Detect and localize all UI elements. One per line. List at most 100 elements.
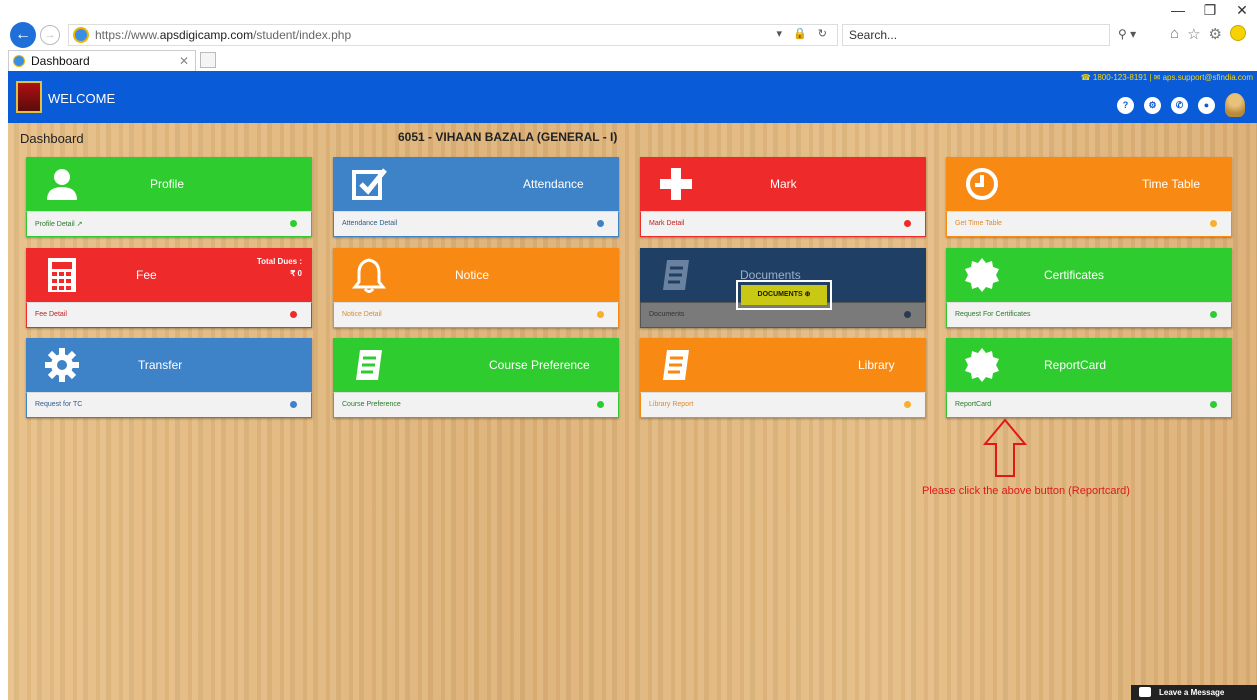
arrow-circle-icon[interactable]: [904, 401, 911, 408]
browser-chrome: — ❐ ✕ ← → https://www.apsdigicamp.com/st…: [0, 0, 1257, 71]
message-icon: [1139, 687, 1151, 697]
card-title: Time Table: [1142, 177, 1201, 191]
user-icon: [47, 169, 77, 200]
card-title: Attendance: [523, 177, 584, 191]
transfer-link[interactable]: Request for TC: [35, 401, 82, 408]
school-logo: [16, 81, 42, 113]
card-title: Profile: [150, 177, 185, 191]
hint-text: Please click the above button (Reportcar…: [922, 485, 1130, 497]
timetable-link[interactable]: Get Time Table: [955, 220, 1002, 227]
close-icon[interactable]: ✕: [1235, 2, 1249, 19]
notice-detail-link[interactable]: Notice Detail: [342, 311, 382, 318]
dashboard-main: Dashboard 6051 - VIHAAN BAZALA (GENERAL …: [8, 123, 1257, 700]
book-icon: [663, 350, 689, 380]
new-tab-button[interactable]: [200, 52, 216, 68]
card-library[interactable]: Library Library Report: [640, 338, 926, 418]
card-profile[interactable]: Profile Profile Detail ↗: [26, 157, 312, 237]
card-reportcard[interactable]: ReportCard ReportCard: [946, 338, 1232, 418]
documents-button[interactable]: DOCUMENTS ⊕: [736, 280, 832, 310]
leave-message-label: Leave a Message: [1159, 688, 1225, 697]
feedback-smiley-icon[interactable]: [1229, 25, 1246, 41]
card-mark[interactable]: Mark Mark Detail: [640, 157, 926, 237]
certificates-link[interactable]: Request For Certificates: [955, 311, 1030, 318]
gear-icon[interactable]: ⚙: [1209, 25, 1222, 43]
plus-icon: [660, 168, 692, 200]
card-title: Library: [858, 358, 895, 372]
card-documents[interactable]: Documents Documents DOCUMENTS ⊕: [640, 248, 926, 328]
document-icon: [356, 350, 382, 380]
card-transfer[interactable]: Transfer Request for TC: [26, 338, 312, 418]
notification-icon[interactable]: ●: [1198, 96, 1215, 114]
contact-info: ☎ 1800-123-8191 | ✉ aps.support@sfindia.…: [1080, 73, 1253, 82]
checkbox-icon: [352, 168, 387, 200]
card-notice[interactable]: Notice Notice Detail: [333, 248, 619, 328]
tab-close-icon[interactable]: ✕: [179, 54, 189, 68]
badge-icon: [965, 258, 999, 292]
welcome-text: WELCOME: [48, 91, 116, 106]
toolbar-icons: ⌂ ☆ ⚙: [1170, 25, 1246, 43]
reportcard-link[interactable]: ReportCard: [955, 401, 991, 408]
card-title: Certificates: [1044, 268, 1105, 282]
window-controls: — ❐ ✕: [1171, 2, 1249, 19]
card-title: Mark: [770, 177, 797, 191]
course-preference-link[interactable]: Course Preference: [342, 401, 401, 408]
card-attendance[interactable]: Attendance Attendance Detail: [333, 157, 619, 237]
total-dues: Total Dues : ₹ 0: [256, 257, 302, 278]
leave-message-button[interactable]: Leave a Message: [1131, 685, 1257, 700]
ie-icon: [73, 27, 89, 43]
settings-icon[interactable]: ⚙: [1144, 96, 1161, 114]
card-title: ReportCard: [1044, 358, 1107, 372]
card-title: Fee: [136, 268, 157, 282]
address-bar[interactable]: https://www.apsdigicamp.com/student/inde…: [68, 24, 838, 46]
arrow-circle-icon[interactable]: [904, 220, 911, 227]
card-title: Transfer: [138, 358, 183, 372]
card-title: Notice: [455, 268, 490, 282]
documents-link[interactable]: Documents: [649, 311, 684, 318]
profile-detail-link[interactable]: Profile Detail ↗: [35, 220, 83, 228]
card-title: Course Preference: [489, 358, 590, 372]
tab-row: Dashboard ✕: [0, 50, 1257, 71]
student-name: 6051 - VIHAAN BAZALA (GENERAL - I): [398, 130, 618, 144]
arrow-circle-icon[interactable]: [290, 401, 297, 408]
nav-row: ← → https://www.apsdigicamp.com/student/…: [0, 22, 1257, 48]
arrow-circle-icon[interactable]: [290, 311, 297, 318]
arrow-circle-icon[interactable]: [1210, 220, 1217, 227]
search-input[interactable]: Search...: [842, 24, 1110, 46]
forward-button[interactable]: →: [40, 25, 60, 45]
tab-dashboard[interactable]: Dashboard ✕: [8, 50, 196, 71]
minimize-icon[interactable]: —: [1171, 2, 1185, 19]
arrow-circle-icon[interactable]: [1210, 401, 1217, 408]
arrow-circle-icon[interactable]: [597, 220, 604, 227]
home-icon[interactable]: ⌂: [1170, 25, 1179, 43]
tab-title: Dashboard: [31, 54, 90, 68]
card-certificates[interactable]: Certificates Request For Certificates: [946, 248, 1232, 328]
fee-detail-link[interactable]: Fee Detail: [35, 311, 67, 318]
star-icon[interactable]: ☆: [1187, 25, 1200, 43]
back-button[interactable]: ←: [10, 22, 36, 48]
phone-icon[interactable]: ✆: [1171, 96, 1188, 114]
arrow-circle-icon[interactable]: [290, 220, 297, 227]
app-header: WELCOME ☎ 1800-123-8191 | ✉ aps.support@…: [8, 71, 1257, 123]
card-fee[interactable]: Fee Total Dues : ₹ 0 Fee Detail: [26, 248, 312, 328]
attendance-detail-link[interactable]: Attendance Detail: [342, 220, 397, 227]
tab-favicon-icon: [13, 55, 25, 67]
arrow-circle-icon[interactable]: [597, 311, 604, 318]
document-icon: [663, 260, 689, 290]
url-text: https://www.apsdigicamp.com/student/inde…: [95, 28, 352, 42]
arrow-circle-icon[interactable]: [1210, 311, 1217, 318]
card-timetable[interactable]: Time Table Get Time Table: [946, 157, 1232, 237]
mark-detail-link[interactable]: Mark Detail: [649, 220, 684, 227]
page-title: Dashboard: [20, 131, 84, 146]
calculator-icon: [48, 258, 76, 292]
badge-icon: [965, 348, 999, 382]
card-course-preference[interactable]: Course Preference Course Preference: [333, 338, 619, 418]
avatar[interactable]: [1225, 93, 1245, 117]
search-icon[interactable]: ⚲ ▾: [1118, 27, 1136, 41]
arrow-circle-icon[interactable]: [904, 311, 911, 318]
arrow-circle-icon[interactable]: [597, 401, 604, 408]
clock-icon: [966, 168, 998, 200]
restore-icon[interactable]: ❐: [1203, 2, 1217, 19]
address-actions[interactable]: ▾ 🔒 ↻: [776, 27, 831, 40]
help-icon[interactable]: ?: [1117, 96, 1134, 114]
library-link[interactable]: Library Report: [649, 401, 693, 408]
